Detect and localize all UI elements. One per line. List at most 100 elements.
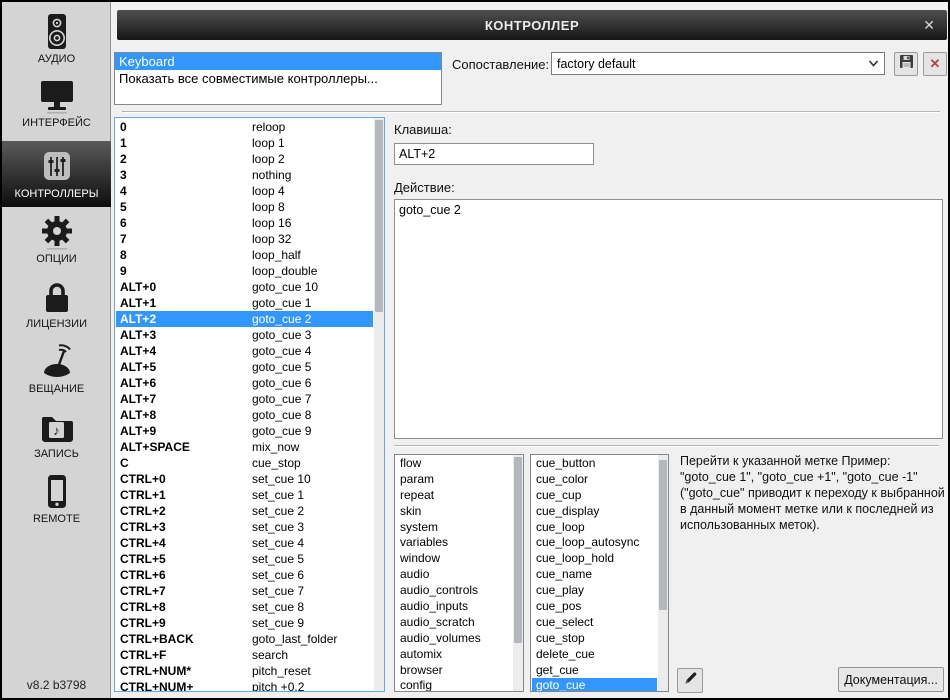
- documentation-button[interactable]: Документация...: [838, 667, 944, 692]
- key-mapping-row[interactable]: CTRL+F search: [116, 647, 373, 663]
- action-group-item[interactable]: repeat: [396, 488, 512, 504]
- controller-option[interactable]: Показать все совместимые контроллеры...: [115, 70, 441, 87]
- key-mapping-row[interactable]: ALT+0 goto_cue 10: [116, 279, 373, 295]
- sidebar-item-interface[interactable]: ИНТЕРФЕЙС: [2, 76, 111, 140]
- action-name-item[interactable]: cue_loop_hold: [532, 551, 657, 567]
- keylist-scrollbar[interactable]: [374, 118, 384, 691]
- sidebar-item-licenses[interactable]: ЛИЦЕНЗИИ: [2, 277, 111, 341]
- action-group-item[interactable]: param: [396, 472, 512, 488]
- group-list-scrollbar[interactable]: [513, 455, 523, 691]
- key-mapping-row[interactable]: 3 nothing: [116, 167, 373, 183]
- action-group-item[interactable]: automix: [396, 647, 512, 663]
- key-mapping-row[interactable]: ALT+9 goto_cue 9: [116, 423, 373, 439]
- action-name-item[interactable]: cue_color: [532, 472, 657, 488]
- action-scroll-thumb[interactable]: [659, 460, 667, 610]
- action-name-item[interactable]: cue_loop: [532, 520, 657, 536]
- action-group-list[interactable]: flowparamrepeatskinsystemvariableswindow…: [394, 454, 524, 692]
- key-mapping-row[interactable]: CTRL+8 set_cue 8: [116, 599, 373, 615]
- delete-mapping-button[interactable]: ✕: [923, 52, 947, 76]
- controller-listbox[interactable]: KeyboardПоказать все совместимые контрол…: [114, 52, 442, 105]
- sidebar-item-controllers[interactable]: КОНТРОЛЛЕРЫ: [2, 141, 111, 207]
- sidebar-item-options[interactable]: ОПЦИИ: [2, 212, 111, 276]
- controller-option[interactable]: Keyboard: [115, 53, 441, 70]
- action-group-item[interactable]: config: [396, 678, 512, 692]
- action-name-item[interactable]: cue_loop_autosync: [532, 535, 657, 551]
- key-input[interactable]: [394, 143, 594, 165]
- action-group-item[interactable]: audio_inputs: [396, 599, 512, 615]
- action-group-item[interactable]: flow: [396, 456, 512, 472]
- action-group-item[interactable]: audio_volumes: [396, 631, 512, 647]
- mapping-dropdown[interactable]: factory default: [551, 52, 885, 75]
- key-mapping-row[interactable]: ALT+7 goto_cue 7: [116, 391, 373, 407]
- action-group-item[interactable]: audio_controls: [396, 583, 512, 599]
- action-textarea[interactable]: goto_cue 2: [394, 199, 943, 439]
- key-mapping-row[interactable]: ALT+2 goto_cue 2: [116, 311, 373, 327]
- key-mapping-row[interactable]: C cue_stop: [116, 455, 373, 471]
- action-name-item[interactable]: delete_cue: [532, 647, 657, 663]
- key-mapping-row[interactable]: ALT+6 goto_cue 6: [116, 375, 373, 391]
- key-mapping-row[interactable]: 9 loop_double: [116, 263, 373, 279]
- key-mapping-row[interactable]: 6 loop 16: [116, 215, 373, 231]
- action-cell: goto_cue 8: [252, 407, 311, 423]
- key-mapping-row[interactable]: 5 loop 8: [116, 199, 373, 215]
- key-mapping-row[interactable]: CTRL+7 set_cue 7: [116, 583, 373, 599]
- key-mapping-row[interactable]: 2 loop 2: [116, 151, 373, 167]
- action-group-item[interactable]: skin: [396, 504, 512, 520]
- key-mapping-row[interactable]: CTRL+4 set_cue 4: [116, 535, 373, 551]
- action-name-list[interactable]: cue_buttoncue_colorcue_cupcue_displaycue…: [530, 454, 669, 692]
- action-group-item[interactable]: browser: [396, 663, 512, 679]
- action-name-item[interactable]: goto_cue: [532, 678, 657, 692]
- action-name-item[interactable]: cue_play: [532, 583, 657, 599]
- action-group-item[interactable]: variables: [396, 535, 512, 551]
- key-mapping-row[interactable]: ALT+SPACE mix_now: [116, 439, 373, 455]
- action-list-scrollbar[interactable]: [658, 455, 668, 691]
- key-mapping-row[interactable]: ALT+5 goto_cue 5: [116, 359, 373, 375]
- close-icon[interactable]: ✕: [923, 17, 935, 34]
- edit-action-button[interactable]: [677, 668, 703, 693]
- key-mapping-list[interactable]: 0 reloop 1 loop 1 2 loop 2 3 nothing 4 l…: [114, 117, 385, 692]
- key-mapping-row[interactable]: ALT+4 goto_cue 4: [116, 343, 373, 359]
- key-mapping-row[interactable]: CTRL+9 set_cue 9: [116, 615, 373, 631]
- action-name-item[interactable]: cue_cup: [532, 488, 657, 504]
- key-mapping-row[interactable]: CTRL+NUM+ pitch +0.2: [116, 679, 373, 692]
- key-mapping-row[interactable]: ALT+1 goto_cue 1: [116, 295, 373, 311]
- key-mapping-row[interactable]: ALT+3 goto_cue 3: [116, 327, 373, 343]
- key-mapping-row[interactable]: 8 loop_half: [116, 247, 373, 263]
- key-mapping-row[interactable]: CTRL+BACK goto_last_folder: [116, 631, 373, 647]
- action-name-item[interactable]: cue_name: [532, 567, 657, 583]
- key-mapping-row[interactable]: 1 loop 1: [116, 135, 373, 151]
- key-mapping-row[interactable]: CTRL+1 set_cue 1: [116, 487, 373, 503]
- sidebar-item-audio[interactable]: АУДИО: [2, 12, 111, 76]
- key-mapping-row[interactable]: 4 loop 4: [116, 183, 373, 199]
- save-mapping-button[interactable]: [894, 52, 918, 76]
- action-cell: set_cue 1: [252, 487, 304, 503]
- sidebar-item-broadcast[interactable]: ВЕЩАНИЕ: [2, 342, 111, 406]
- key-mapping-row[interactable]: CTRL+0 set_cue 10: [116, 471, 373, 487]
- action-name-item[interactable]: cue_button: [532, 456, 657, 472]
- action-name-item[interactable]: cue_display: [532, 504, 657, 520]
- action-name-item[interactable]: cue_pos: [532, 599, 657, 615]
- key-mapping-row[interactable]: 7 loop 32: [116, 231, 373, 247]
- action-name-item[interactable]: get_cue: [532, 663, 657, 679]
- action-name-item[interactable]: cue_select: [532, 615, 657, 631]
- key-mapping-row[interactable]: CTRL+6 set_cue 6: [116, 567, 373, 583]
- group-scroll-thumb[interactable]: [514, 457, 522, 643]
- action-name-item[interactable]: cue_stop: [532, 631, 657, 647]
- key-mapping-row[interactable]: ALT+8 goto_cue 8: [116, 407, 373, 423]
- action-group-item[interactable]: audio: [396, 567, 512, 583]
- sidebar-item-record[interactable]: ♪ ЗАПИСЬ: [2, 407, 111, 471]
- key-mapping-row[interactable]: 0 reloop: [116, 119, 373, 135]
- top-divider: [122, 111, 940, 113]
- key-mapping-row[interactable]: CTRL+3 set_cue 3: [116, 519, 373, 535]
- action-group-item[interactable]: window: [396, 551, 512, 567]
- action-cell: reloop: [252, 119, 285, 135]
- action-group-item[interactable]: audio_scratch: [396, 615, 512, 631]
- key-mapping-row[interactable]: CTRL+2 set_cue 2: [116, 503, 373, 519]
- monitor-icon: [37, 76, 77, 116]
- keylist-scroll-thumb[interactable]: [375, 120, 383, 312]
- action-group-item[interactable]: system: [396, 520, 512, 536]
- key-cell: ALT+3: [116, 327, 252, 343]
- key-mapping-row[interactable]: CTRL+5 set_cue 5: [116, 551, 373, 567]
- key-mapping-row[interactable]: CTRL+NUM* pitch_reset: [116, 663, 373, 679]
- sidebar-item-remote[interactable]: REMOTE: [2, 472, 111, 536]
